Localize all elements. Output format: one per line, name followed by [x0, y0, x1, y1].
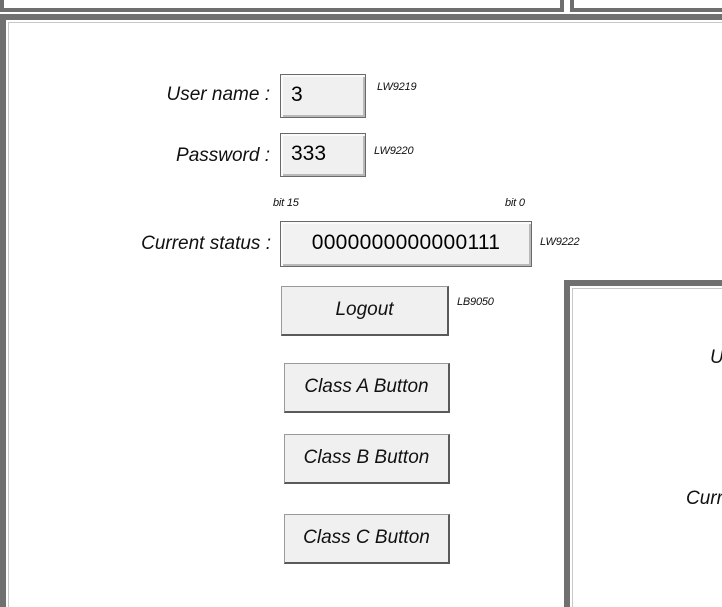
logout-register-tag: LB9050 — [457, 296, 494, 308]
class-c-button[interactable]: Class C Button — [284, 514, 450, 564]
bit-low-label: bit 0 — [505, 197, 525, 209]
password-label: Password : — [176, 145, 270, 166]
username-label: User name : — [166, 84, 270, 105]
logout-button[interactable]: Logout — [281, 286, 449, 336]
status-register-tag: LW9222 — [540, 236, 580, 248]
bit-high-label: bit 15 — [273, 197, 299, 209]
current-status-field: 0000000000000111 — [280, 221, 532, 267]
current-status-label: Current status : — [141, 233, 271, 254]
password-field[interactable]: 333 — [280, 133, 366, 177]
secondary-window-text-fragment-2: Curr — [686, 488, 722, 509]
class-a-button[interactable]: Class A Button — [284, 363, 450, 413]
background-window-left — [0, 0, 564, 12]
username-register-tag: LW9219 — [377, 81, 417, 93]
secondary-window-text-fragment-1: U — [710, 347, 722, 369]
secondary-window-inner-border — [572, 288, 722, 607]
username-field[interactable]: 3 — [280, 74, 366, 118]
password-register-tag: LW9220 — [374, 145, 414, 157]
background-window-right — [570, 0, 722, 12]
class-b-button[interactable]: Class B Button — [284, 434, 450, 484]
